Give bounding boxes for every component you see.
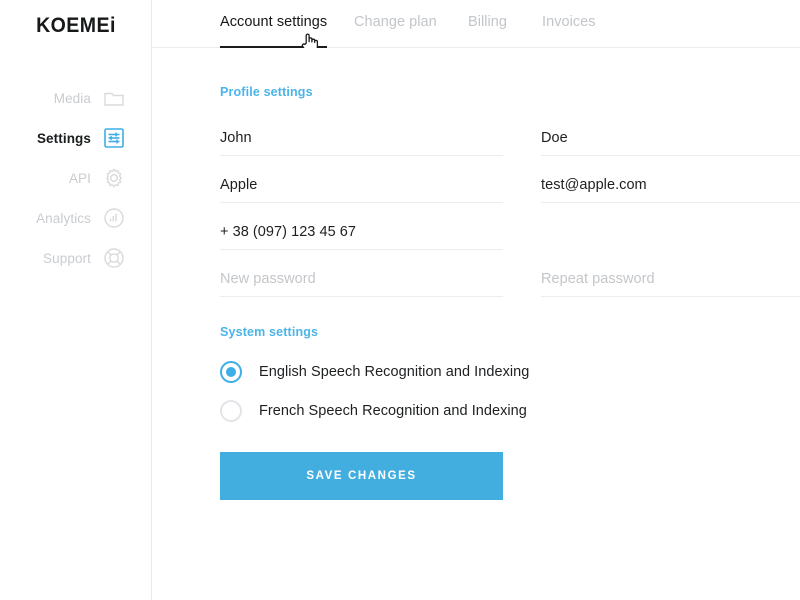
company-value: Apple: [220, 177, 257, 193]
sidebar-item-support[interactable]: Support: [0, 238, 152, 278]
sidebar-nav: Media Settings: [0, 78, 152, 278]
radio-button[interactable]: [220, 361, 242, 383]
sidebar-item-media[interactable]: Media: [0, 78, 152, 118]
radio-label: English Speech Recognition and Indexing: [259, 364, 529, 380]
sidebar-item-label: Analytics: [36, 211, 91, 226]
new-password-field[interactable]: New password: [220, 251, 503, 297]
sidebar-item-analytics[interactable]: Analytics: [0, 198, 152, 238]
sidebar-item-api[interactable]: API: [0, 158, 152, 198]
email-value: test@apple.com: [541, 177, 647, 193]
gear-icon: [103, 167, 125, 189]
brand-logo: KOEMEi: [5, 14, 146, 38]
sidebar-item-label: Media: [54, 91, 91, 106]
radio-button[interactable]: [220, 400, 242, 422]
company-field[interactable]: Apple: [220, 157, 503, 203]
tab-change-plan[interactable]: Change plan: [354, 14, 437, 30]
radio-option-english[interactable]: English Speech Recognition and Indexing: [220, 357, 529, 387]
tab-label: Change plan: [354, 14, 437, 30]
tab-invoices[interactable]: Invoices: [542, 14, 596, 30]
tab-label: Invoices: [542, 14, 596, 30]
sidebar-item-label: Settings: [37, 131, 91, 146]
email-field[interactable]: test@apple.com: [541, 157, 800, 203]
last-name-field[interactable]: Doe: [541, 110, 800, 156]
radio-option-french[interactable]: French Speech Recognition and Indexing: [220, 396, 527, 426]
phone-field[interactable]: + 38 (097) 123 45 67: [220, 204, 503, 250]
sidebar-item-label: API: [69, 171, 91, 186]
repeat-password-placeholder: Repeat password: [541, 271, 655, 287]
tab-label: Account settings: [220, 14, 327, 30]
save-changes-button[interactable]: Save changes: [220, 452, 503, 500]
radio-label: French Speech Recognition and Indexing: [259, 403, 527, 419]
tab-bar: Account settings Change plan Billing Inv…: [152, 0, 800, 48]
settings-form: Profile settings John Doe Apple test@app…: [152, 48, 800, 600]
bar-chart-icon: [103, 207, 125, 229]
sidebar-item-settings[interactable]: Settings: [0, 118, 152, 158]
account-settings-page: KOEMEi Media Settings: [0, 0, 800, 600]
profile-settings-heading: Profile settings: [220, 85, 313, 99]
tab-label: Billing: [468, 14, 507, 30]
sidebar-item-label: Support: [43, 251, 91, 266]
last-name-value: Doe: [541, 130, 568, 146]
first-name-field[interactable]: John: [220, 110, 503, 156]
folder-icon: [103, 87, 125, 109]
phone-value: + 38 (097) 123 45 67: [220, 224, 356, 240]
tab-account-settings[interactable]: Account settings: [220, 14, 327, 30]
new-password-placeholder: New password: [220, 271, 316, 287]
first-name-value: John: [220, 130, 252, 146]
repeat-password-field[interactable]: Repeat password: [541, 251, 800, 297]
tab-billing[interactable]: Billing: [468, 14, 507, 30]
sidebar: KOEMEi Media Settings: [0, 0, 152, 600]
sliders-icon: [103, 127, 125, 149]
system-settings-heading: System settings: [220, 325, 318, 339]
lifebuoy-icon: [103, 247, 125, 269]
